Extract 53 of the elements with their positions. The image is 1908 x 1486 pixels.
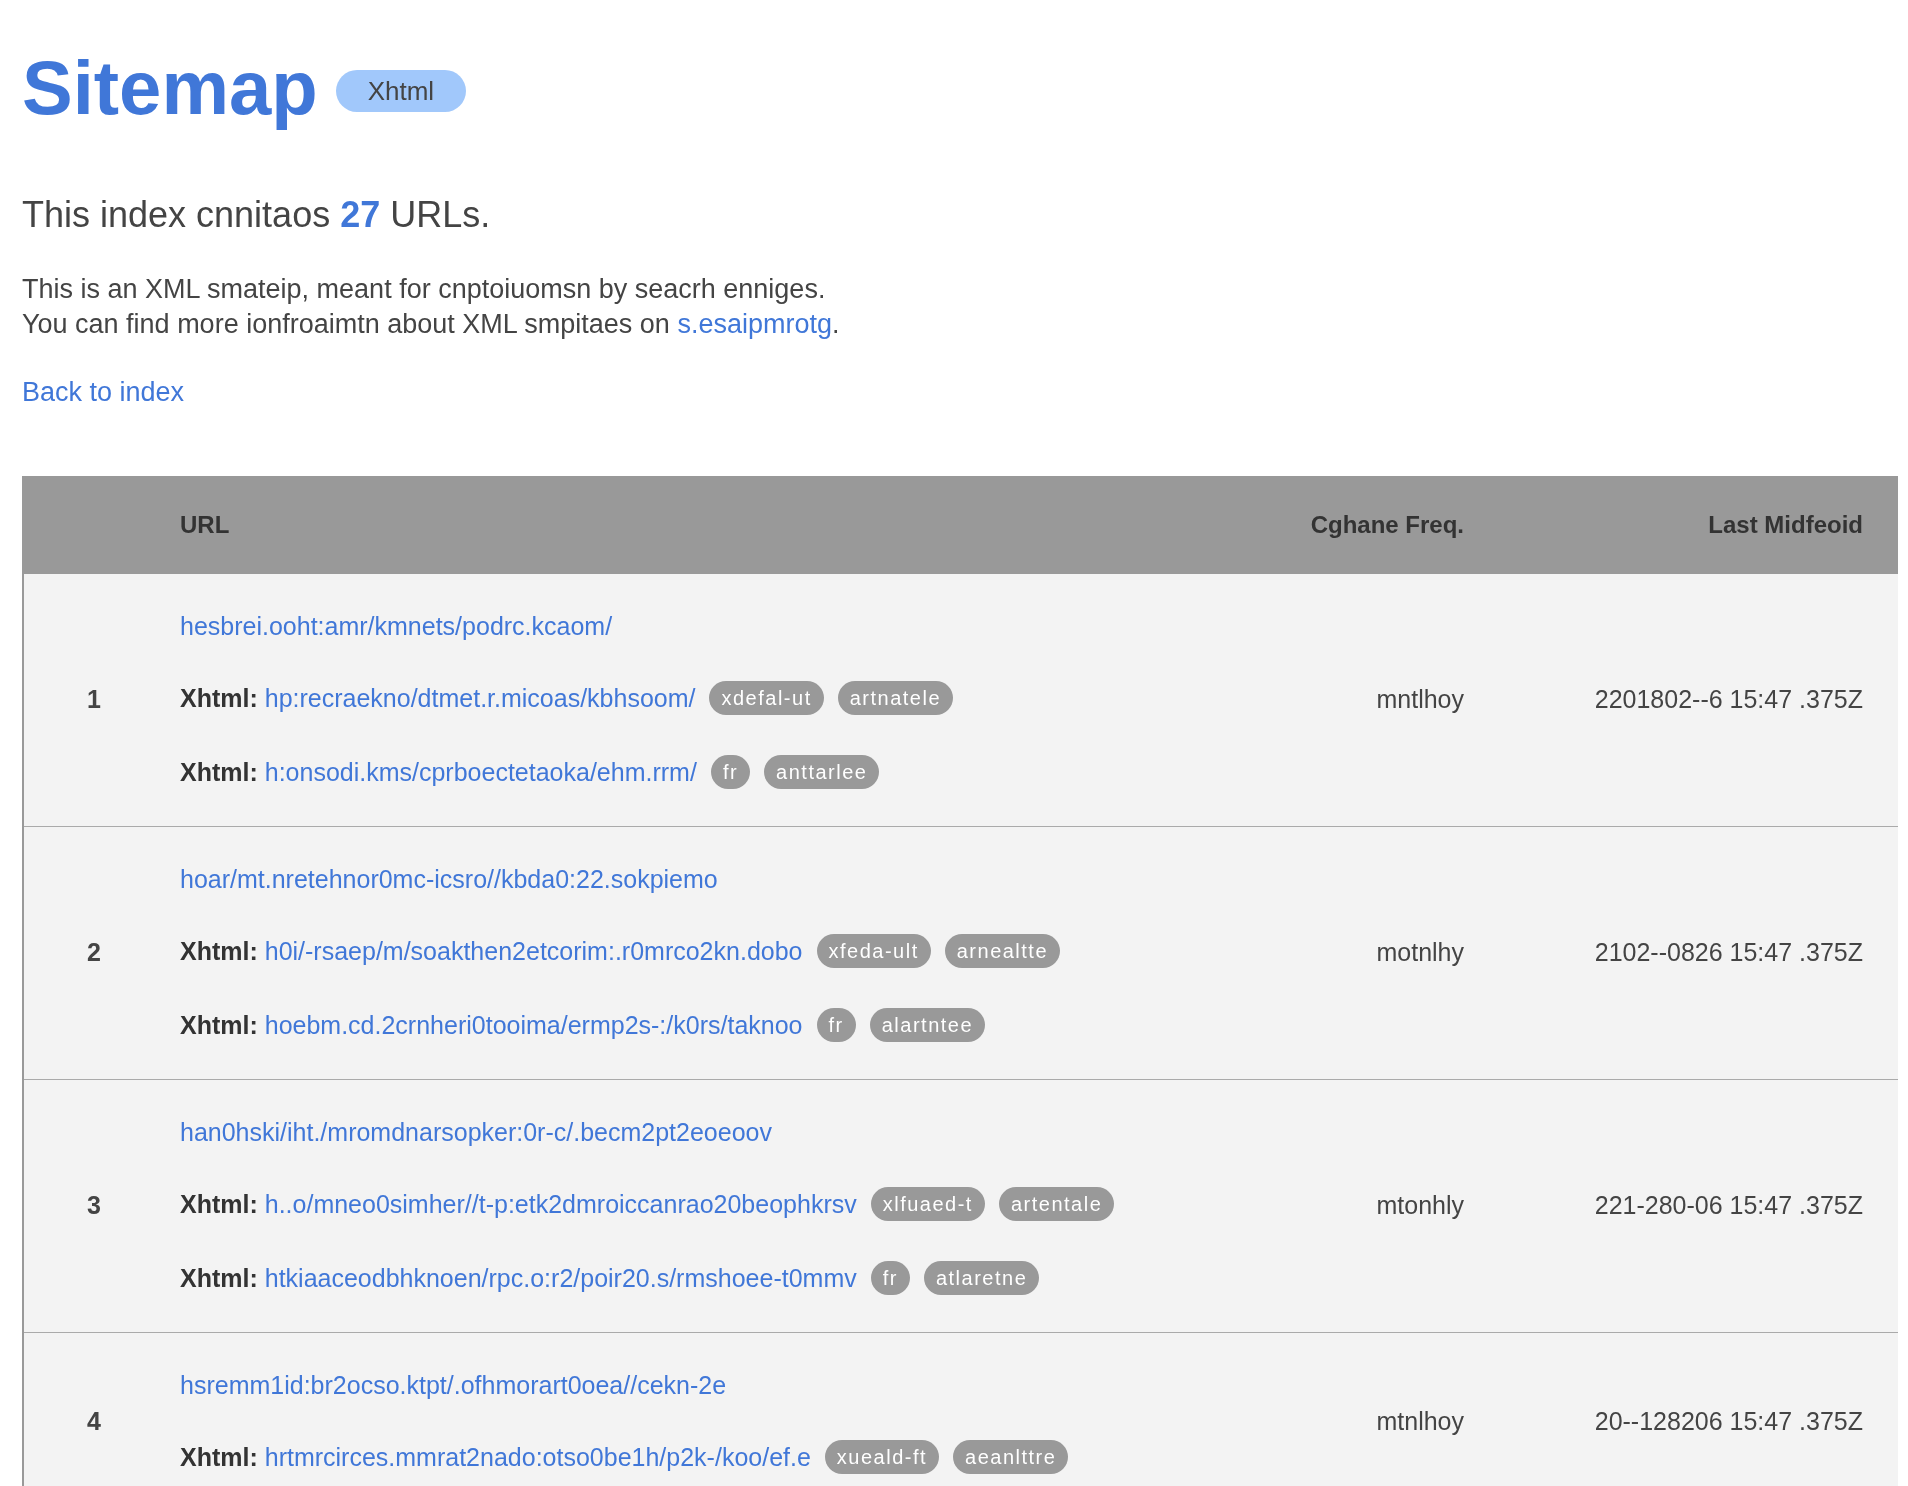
language-tag: xueald-ft bbox=[824, 1440, 940, 1474]
column-header: URL bbox=[180, 511, 230, 538]
language-tag: fr bbox=[870, 1261, 910, 1295]
language-tag: anttarlee bbox=[764, 755, 880, 789]
row-number: 3 bbox=[87, 1191, 101, 1220]
alternate-label: Xhtml: bbox=[180, 684, 258, 712]
alternate-url-link[interactable]: h..o/mneo0simher//t-p:etk2dmroiccanrao20beophkrsv bbox=[264, 1190, 857, 1218]
format-badge: Xhtml bbox=[335, 70, 467, 112]
alternate-url-link[interactable]: hp:recraekno/dtmet.r.micoas/kbhsoom/ bbox=[264, 684, 696, 712]
alternate-label: Xhtml: bbox=[180, 1264, 258, 1292]
description-text: You can find more ionfroaimtn about XML smpitaes on s.esaipmrotg. bbox=[22, 308, 841, 341]
row-number: 1 bbox=[87, 685, 101, 714]
language-tag: artnatele bbox=[837, 681, 954, 715]
alternate-label: Xhtml: bbox=[180, 1011, 258, 1039]
alternate-url-link[interactable]: hrtmrcirces.mmrat2nado:otso0be1h/p2k-/koo/ef.e bbox=[264, 1443, 811, 1471]
column-header: Last Midfeoid bbox=[1708, 511, 1863, 538]
language-tag: fr bbox=[710, 755, 751, 789]
sitemaps-link[interactable]: s.esaipmrotg bbox=[677, 309, 832, 339]
last-modified: 2201802--6 15:47 .375Z bbox=[1594, 685, 1863, 714]
url-link[interactable]: hoar/mt.nretehnor0mc-icsro//kbda0:22.sokpiemo bbox=[180, 865, 718, 893]
language-tag: arnealtte bbox=[944, 934, 1061, 968]
language-tag: xdefal-ut bbox=[709, 681, 824, 715]
url-link[interactable]: hesbrei.ooht:amr/kmnets/podrc.kcaom/ bbox=[180, 612, 613, 640]
back-link[interactable]: Back to index bbox=[22, 375, 185, 410]
url-count-summary: This index cnnitaos 27 URLs. bbox=[22, 193, 492, 237]
language-tag: xfeda-ult bbox=[816, 934, 931, 968]
alternate-url-link[interactable]: h:onsodi.kms/cprboectetaoka/ehm.rrm/ bbox=[264, 758, 697, 786]
alternate-url-link[interactable]: h0i/-rsaep/m/soakthen2etcorim:.r0mrco2kn.dobo bbox=[264, 937, 803, 965]
change-frequency: mntlhoy bbox=[1376, 685, 1464, 714]
change-frequency: mtnlhoy bbox=[1376, 1407, 1464, 1436]
alternate-url-link[interactable]: htkiaaceodbhknoen/rpc.o:r2/poir20.s/rmshoee-t0mmv bbox=[264, 1264, 857, 1292]
language-tag: aeanlttre bbox=[953, 1440, 1069, 1474]
last-modified: 2102--0826 15:47 .375Z bbox=[1594, 938, 1863, 967]
alternate-label: Xhtml: bbox=[180, 1190, 258, 1218]
description-text: This is an XML smateip, meant for cnptoiuomsn by seacrh enniges. bbox=[22, 273, 827, 306]
row-number: 4 bbox=[87, 1407, 101, 1436]
change-frequency: motnlhy bbox=[1376, 938, 1464, 967]
url-link[interactable]: han0hski/iht./mromdnarsopker:0r-c/.becm2pt2eoeoov bbox=[180, 1118, 772, 1146]
alternate-label: Xhtml: bbox=[180, 1443, 258, 1471]
alternate-label: Xhtml: bbox=[180, 758, 258, 786]
column-header: Cghane Freq. bbox=[1310, 511, 1464, 538]
language-tag: alartntee bbox=[869, 1008, 986, 1042]
language-tag: xlfuaed-t bbox=[870, 1187, 985, 1221]
language-tag: atlaretne bbox=[923, 1261, 1040, 1295]
language-tag: artentale bbox=[998, 1187, 1115, 1221]
change-frequency: mtonhly bbox=[1376, 1191, 1464, 1220]
url-link[interactable]: hsremm1id:br2ocso.ktpt/.ofhmorart0oea//cekn-2e bbox=[180, 1371, 727, 1399]
row-number: 2 bbox=[87, 938, 101, 967]
last-modified: 20--128206 15:47 .375Z bbox=[1594, 1407, 1863, 1436]
language-tag: fr bbox=[816, 1008, 856, 1042]
alternate-label: Xhtml: bbox=[180, 937, 258, 965]
alternate-url-link[interactable]: hoebm.cd.2crnheri0tooima/ermp2s-:/k0rs/taknoo bbox=[264, 1011, 803, 1039]
last-modified: 221-280-06 15:47 .375Z bbox=[1594, 1191, 1863, 1220]
